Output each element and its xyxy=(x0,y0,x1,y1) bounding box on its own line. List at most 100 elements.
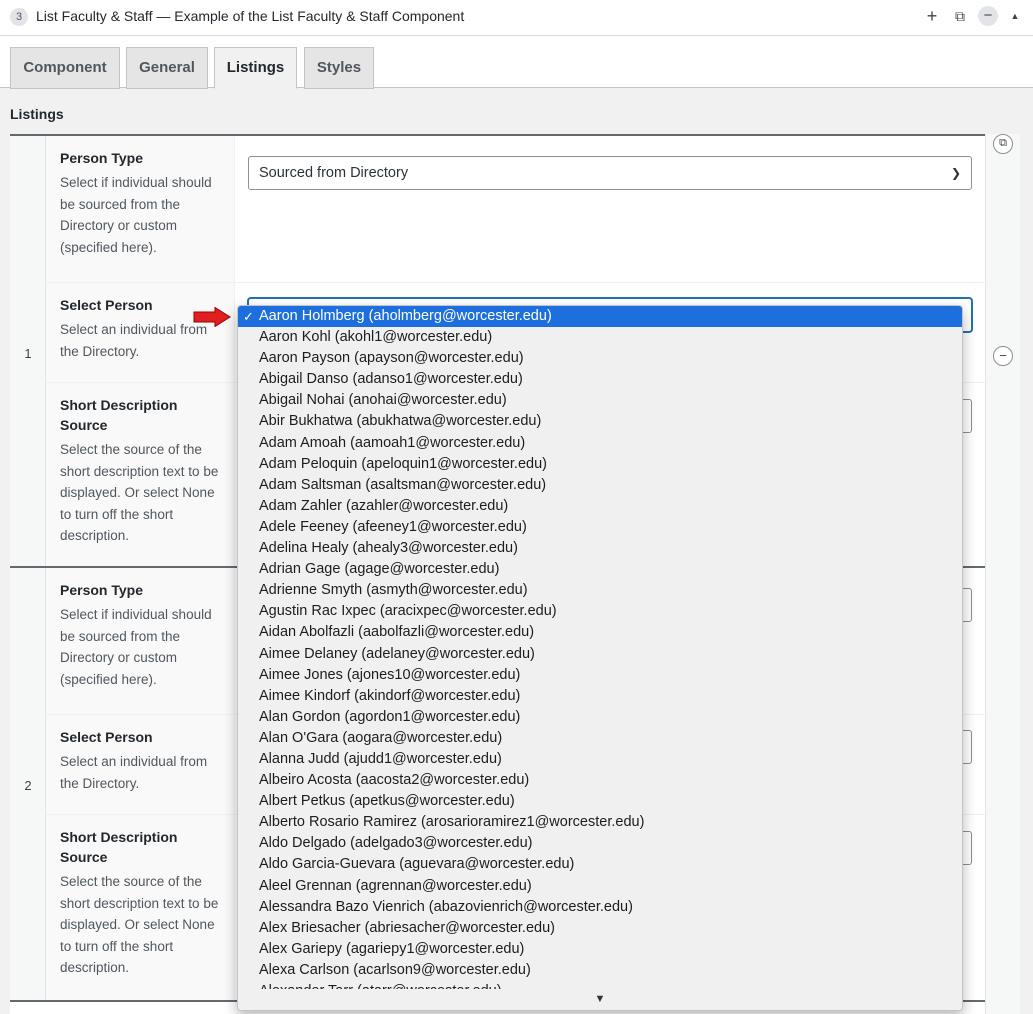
option-label: Alex Briesacher (abriesacher@worcester.e… xyxy=(259,919,555,936)
option-label: Adam Saltsman (asaltsman@worcester.edu) xyxy=(259,476,547,493)
dropdown-option[interactable]: Adrian Gage (agage@worcester.edu) xyxy=(238,559,962,580)
checkmark-icon: ✓ xyxy=(243,309,254,324)
field-instructions: Select the source of the short descripti… xyxy=(60,874,219,975)
option-label: Adam Amoah (aamoah1@worcester.edu) xyxy=(259,434,526,451)
dropdown-option[interactable]: Alanna Judd (ajudd1@worcester.edu) xyxy=(238,749,962,770)
dropdown-option[interactable]: Aaron Payson (apayson@worcester.edu) xyxy=(238,348,962,369)
row-handle[interactable]: 2 xyxy=(10,568,46,1000)
field-label: Short Description Source xyxy=(60,829,178,865)
dropdown-option[interactable]: Aaron Kohl (akohl1@worcester.edu) xyxy=(238,327,962,348)
dropdown-option[interactable]: Abir Bukhatwa (abukhatwa@worcester.edu) xyxy=(238,411,962,432)
dropdown-option[interactable]: ✓ Aaron Holmberg (aholmberg@worcester.edu… xyxy=(238,306,962,328)
option-label: Alexa Carlson (acarlson9@worcester.edu) xyxy=(259,961,531,978)
tab-listings[interactable]: Listings xyxy=(214,47,297,89)
scroll-down-arrow-icon[interactable]: ▼ xyxy=(238,989,962,1010)
minus-circle-icon[interactable]: − xyxy=(978,6,998,26)
select-value: Sourced from Directory xyxy=(259,165,409,181)
option-label: Aldo Garcia-Guevara (aguevara@worcester.… xyxy=(259,856,575,873)
dropdown-option[interactable]: Aimee Jones (ajones10@worcester.edu) xyxy=(238,665,962,686)
option-label: Adrian Gage (agage@worcester.edu) xyxy=(259,561,500,578)
option-label: Alex Gariepy (agariepy1@worcester.edu) xyxy=(259,940,525,957)
dropdown-option[interactable]: Aidan Abolfazli (aabolfazli@worcester.ed… xyxy=(238,622,962,643)
option-label: Alan O'Gara (aogara@worcester.edu) xyxy=(259,729,503,746)
dropdown-option[interactable]: Alex Gariepy (agariepy1@worcester.edu) xyxy=(238,939,962,960)
dropdown-option[interactable]: Agustin Rac Ixpec (aracixpec@worcester.e… xyxy=(238,601,962,622)
dropdown-option[interactable]: Albert Petkus (apetkus@worcester.edu) xyxy=(238,791,962,812)
dropdown-option[interactable]: Aimee Kindorf (akindorf@worcester.edu) xyxy=(238,686,962,707)
option-label: Agustin Rac Ixpec (aracixpec@worcester.e… xyxy=(259,603,557,620)
option-label: Alberto Rosario Ramirez (arosarioramirez… xyxy=(259,814,645,831)
dropdown-option[interactable]: Adam Peloquin (apeloquin1@worcester.edu) xyxy=(238,454,962,475)
dropdown-option[interactable]: Aleel Grennan (agrennan@worcester.edu) xyxy=(238,876,962,897)
option-label: Adele Feeney (afeeney1@worcester.edu) xyxy=(259,518,527,535)
component-index-badge: 3 xyxy=(10,8,28,26)
dropdown-option[interactable]: Alberto Rosario Ramirez (arosarioramirez… xyxy=(238,812,962,833)
option-label: Albert Petkus (apetkus@worcester.edu) xyxy=(259,793,515,810)
tab-component[interactable]: Component xyxy=(10,47,120,89)
field-value-cell: Sourced from Directory ❯ xyxy=(248,136,985,282)
duplicate-row-icon[interactable]: ⧉ xyxy=(993,134,1013,154)
option-label: Alessandra Bazo Vienrich (abazovienrich@… xyxy=(259,898,633,915)
component-title: List Faculty & Staff — Example of the Li… xyxy=(36,8,465,24)
option-label: Aleel Grennan (agrennan@worcester.edu) xyxy=(259,877,532,894)
option-label: Aidan Abolfazli (aabolfazli@worcester.ed… xyxy=(259,624,535,641)
option-label: Alanna Judd (ajudd1@worcester.edu) xyxy=(259,750,502,767)
field-label: Short Description Source xyxy=(60,397,178,433)
dropdown-option[interactable]: Aldo Garcia-Guevara (aguevara@worcester.… xyxy=(238,854,962,875)
dropdown-option[interactable]: Adele Feeney (afeeney1@worcester.edu) xyxy=(238,517,962,538)
row-index: 2 xyxy=(24,778,32,793)
caret-up-icon[interactable]: ▲ xyxy=(1006,4,1024,28)
component-header: 3 List Faculty & Staff — Example of the … xyxy=(0,0,1033,36)
row-handle[interactable]: 1 xyxy=(10,136,46,566)
plus-icon[interactable]: + xyxy=(922,4,942,28)
person-type-select[interactable]: Sourced from Directory ❯ xyxy=(248,156,972,190)
tab-general[interactable]: General xyxy=(126,47,208,89)
option-label: Aimee Jones (ajones10@worcester.edu) xyxy=(259,666,521,683)
field-label-cell: Short Description Source Select the sour… xyxy=(46,815,235,1001)
option-label: Adam Zahler (azahler@worcester.edu) xyxy=(259,497,509,514)
option-label: Aimee Delaney (adelaney@worcester.edu) xyxy=(259,645,535,662)
field-label: Select Person xyxy=(60,729,153,745)
dropdown-option[interactable]: Adelina Healy (ahealy3@worcester.edu) xyxy=(238,538,962,559)
row-controls-column: ⧉ − xyxy=(985,134,1020,1014)
dropdown-option[interactable]: Alan Gordon (agordon1@worcester.edu) xyxy=(238,707,962,728)
dropdown-option[interactable]: Adam Saltsman (asaltsman@worcester.edu) xyxy=(238,475,962,496)
dropdown-option[interactable]: Adam Amoah (aamoah1@worcester.edu) xyxy=(238,433,962,454)
option-label: Aaron Kohl (akohl1@worcester.edu) xyxy=(259,329,493,346)
field-instructions: Select if individual should be sourced f… xyxy=(60,607,212,687)
option-label: Albeiro Acosta (aacosta2@worcester.edu) xyxy=(259,772,530,789)
tab-bar: Component General Listings Styles xyxy=(0,36,1033,89)
dropdown-option[interactable]: Alessandra Bazo Vienrich (abazovienrich@… xyxy=(238,897,962,918)
dropdown-option[interactable]: Adam Zahler (azahler@worcester.edu) xyxy=(238,496,962,517)
section-title: Listings xyxy=(10,106,64,122)
dropdown-option[interactable]: Abigail Nohai (anohai@worcester.edu) xyxy=(238,390,962,411)
dropdown-option[interactable]: Alan O'Gara (aogara@worcester.edu) xyxy=(238,728,962,749)
dropdown-option[interactable]: Albeiro Acosta (aacosta2@worcester.edu) xyxy=(238,770,962,791)
select-person-dropdown[interactable]: ✓ Aaron Holmberg (aholmberg@worcester.edu… xyxy=(237,305,963,1011)
option-label: Adelina Healy (ahealy3@worcester.edu) xyxy=(259,540,518,557)
dropdown-option[interactable]: Abigail Danso (adanso1@worcester.edu) xyxy=(238,369,962,390)
field-instructions: Select the source of the short descripti… xyxy=(60,442,219,543)
dropdown-option[interactable]: Alex Briesacher (abriesacher@worcester.e… xyxy=(238,918,962,939)
field-label-cell: Select Person Select an individual from … xyxy=(46,715,235,814)
dropdown-option[interactable]: Aimee Delaney (adelaney@worcester.edu) xyxy=(238,644,962,665)
field-label-cell: Short Description Source Select the sour… xyxy=(46,383,235,567)
chevron-down-icon: ❯ xyxy=(950,166,961,180)
field-label-cell: Person Type Select if individual should … xyxy=(46,136,235,282)
field-person-type: Person Type Select if individual should … xyxy=(46,136,985,283)
field-label: Person Type xyxy=(60,150,143,166)
dropdown-option[interactable]: Aldo Delgado (adelgado3@worcester.edu) xyxy=(238,833,962,854)
field-instructions: Select if individual should be sourced f… xyxy=(60,175,212,255)
option-label: Aaron Payson (apayson@worcester.edu) xyxy=(259,350,524,367)
dropdown-option[interactable]: Adrienne Smyth (asmyth@worcester.edu) xyxy=(238,580,962,601)
dropdown-option[interactable]: Alexa Carlson (acarlson9@worcester.edu) xyxy=(238,960,962,981)
option-label: Aimee Kindorf (akindorf@worcester.edu) xyxy=(259,687,521,704)
option-label: Aaron Holmberg (aholmberg@worcester.edu) xyxy=(259,308,552,324)
duplicate-icon[interactable]: ⧉ xyxy=(950,4,970,28)
option-label: Adrienne Smyth (asmyth@worcester.edu) xyxy=(259,582,528,599)
tab-styles[interactable]: Styles xyxy=(304,47,374,89)
remove-row-icon[interactable]: − xyxy=(993,346,1013,366)
dropdown-options-list[interactable]: ✓ Aaron Holmberg (aholmberg@worcester.edu… xyxy=(238,306,962,991)
option-label: Abigail Nohai (anohai@worcester.edu) xyxy=(259,392,507,409)
option-label: Aldo Delgado (adelgado3@worcester.edu) xyxy=(259,835,533,852)
